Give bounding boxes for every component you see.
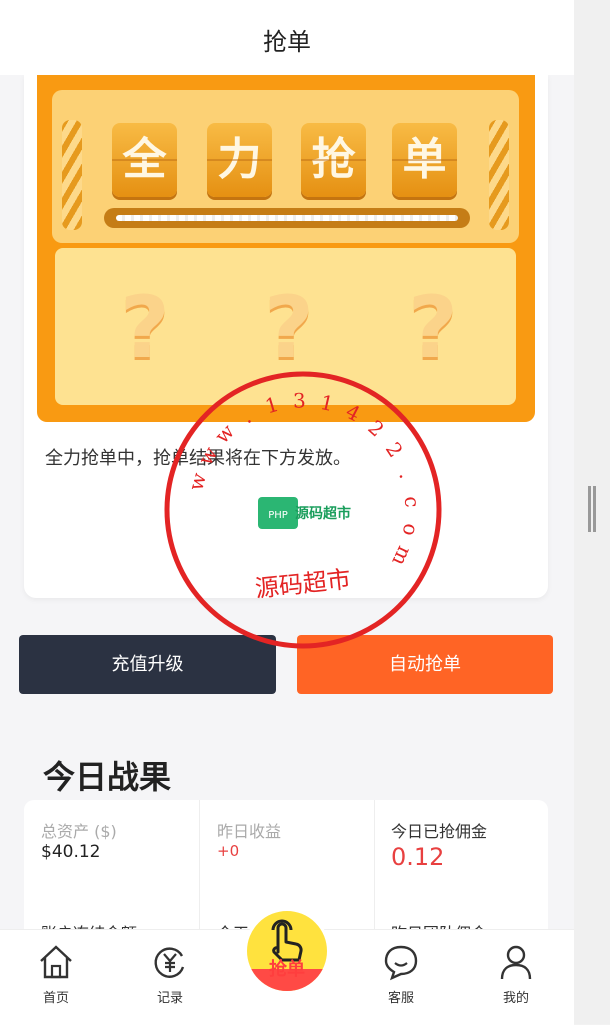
spring-coil-right [489, 120, 509, 230]
watermark-stamp: www. 1 3 1 422.com PHP 源码超市 源码超市 [164, 371, 442, 649]
nav-service[interactable]: 客服 [361, 930, 441, 1010]
watermark-ring-char: c [400, 495, 425, 508]
banner-tile: 力 [207, 123, 272, 197]
stat-value: 0.12 [391, 843, 445, 871]
watermark-ring-char: . [237, 404, 255, 428]
watermark-ring-char: 2 [381, 438, 408, 462]
app-header: 抢单 [0, 0, 574, 75]
nav-mine[interactable]: 我的 [476, 930, 556, 1010]
grab-nav-label: 抢单 [269, 959, 305, 980]
tap-hand-icon [271, 919, 303, 962]
watermark-ring-char: 1 [318, 390, 336, 416]
watermark-ring-char: 2 [363, 415, 389, 441]
stat-label: 总资产 ($) [41, 822, 117, 841]
question-mark-icon: ? [120, 278, 170, 378]
banner-slot-panel: 全 力 抢 单 [52, 90, 519, 243]
watermark-ring-char: 3 [293, 388, 307, 412]
stat-value: +0 [217, 842, 240, 860]
nav-label: 我的 [502, 991, 529, 1006]
watermark-ring-char: o [398, 522, 424, 538]
nav-records[interactable]: 记录 [130, 930, 210, 1010]
nav-label: 记录 [156, 991, 183, 1006]
stat-label: 今日已抢佣金 [391, 822, 488, 841]
stat-total-assets: 总资产 ($) $40.12 账户冻结金额 [24, 800, 198, 943]
user-icon [500, 945, 532, 980]
watermark-name: 源码超市 [254, 565, 352, 603]
watermark-logo: 源码超市 [295, 505, 351, 522]
watermark-ring-char: . [394, 468, 419, 482]
page-title: 抢单 [263, 28, 311, 56]
home-icon [40, 945, 72, 979]
banner-tile: 单 [392, 123, 457, 197]
watermark-ring-char: w [193, 442, 222, 469]
stat-label: 昨日收益 [217, 822, 282, 841]
watermark-ring-char: 1 [262, 392, 281, 419]
yuan-record-icon [154, 947, 185, 978]
scrollbar-handle[interactable] [586, 486, 598, 532]
watermark-ring-char: w [210, 419, 239, 448]
chat-bubble-icon [384, 945, 418, 981]
slot-bar [104, 208, 470, 228]
grab-order-nav-button[interactable]: 抢单 [244, 908, 330, 994]
today-results-title: 今日战果 [43, 758, 172, 796]
watermark-ring-char: w [183, 470, 211, 493]
nav-label: 首页 [42, 991, 69, 1006]
banner-tile: 全 [112, 123, 177, 197]
watermark-ring-char: m [387, 543, 417, 570]
nav-home[interactable]: 首页 [16, 930, 96, 1010]
logo-tag: PHP [268, 510, 288, 521]
question-mark-icon: ? [408, 278, 458, 378]
stat-today-commission: 今日已抢佣金 0.12 昨日团队佣金 [374, 800, 548, 943]
nav-label: 客服 [387, 991, 414, 1006]
question-mark-icon: ? [264, 278, 314, 378]
spring-coil-left [62, 120, 82, 230]
watermark-ring-char: 4 [342, 399, 364, 426]
banner-tile: 抢 [301, 123, 366, 197]
stat-value: $40.12 [41, 842, 101, 862]
